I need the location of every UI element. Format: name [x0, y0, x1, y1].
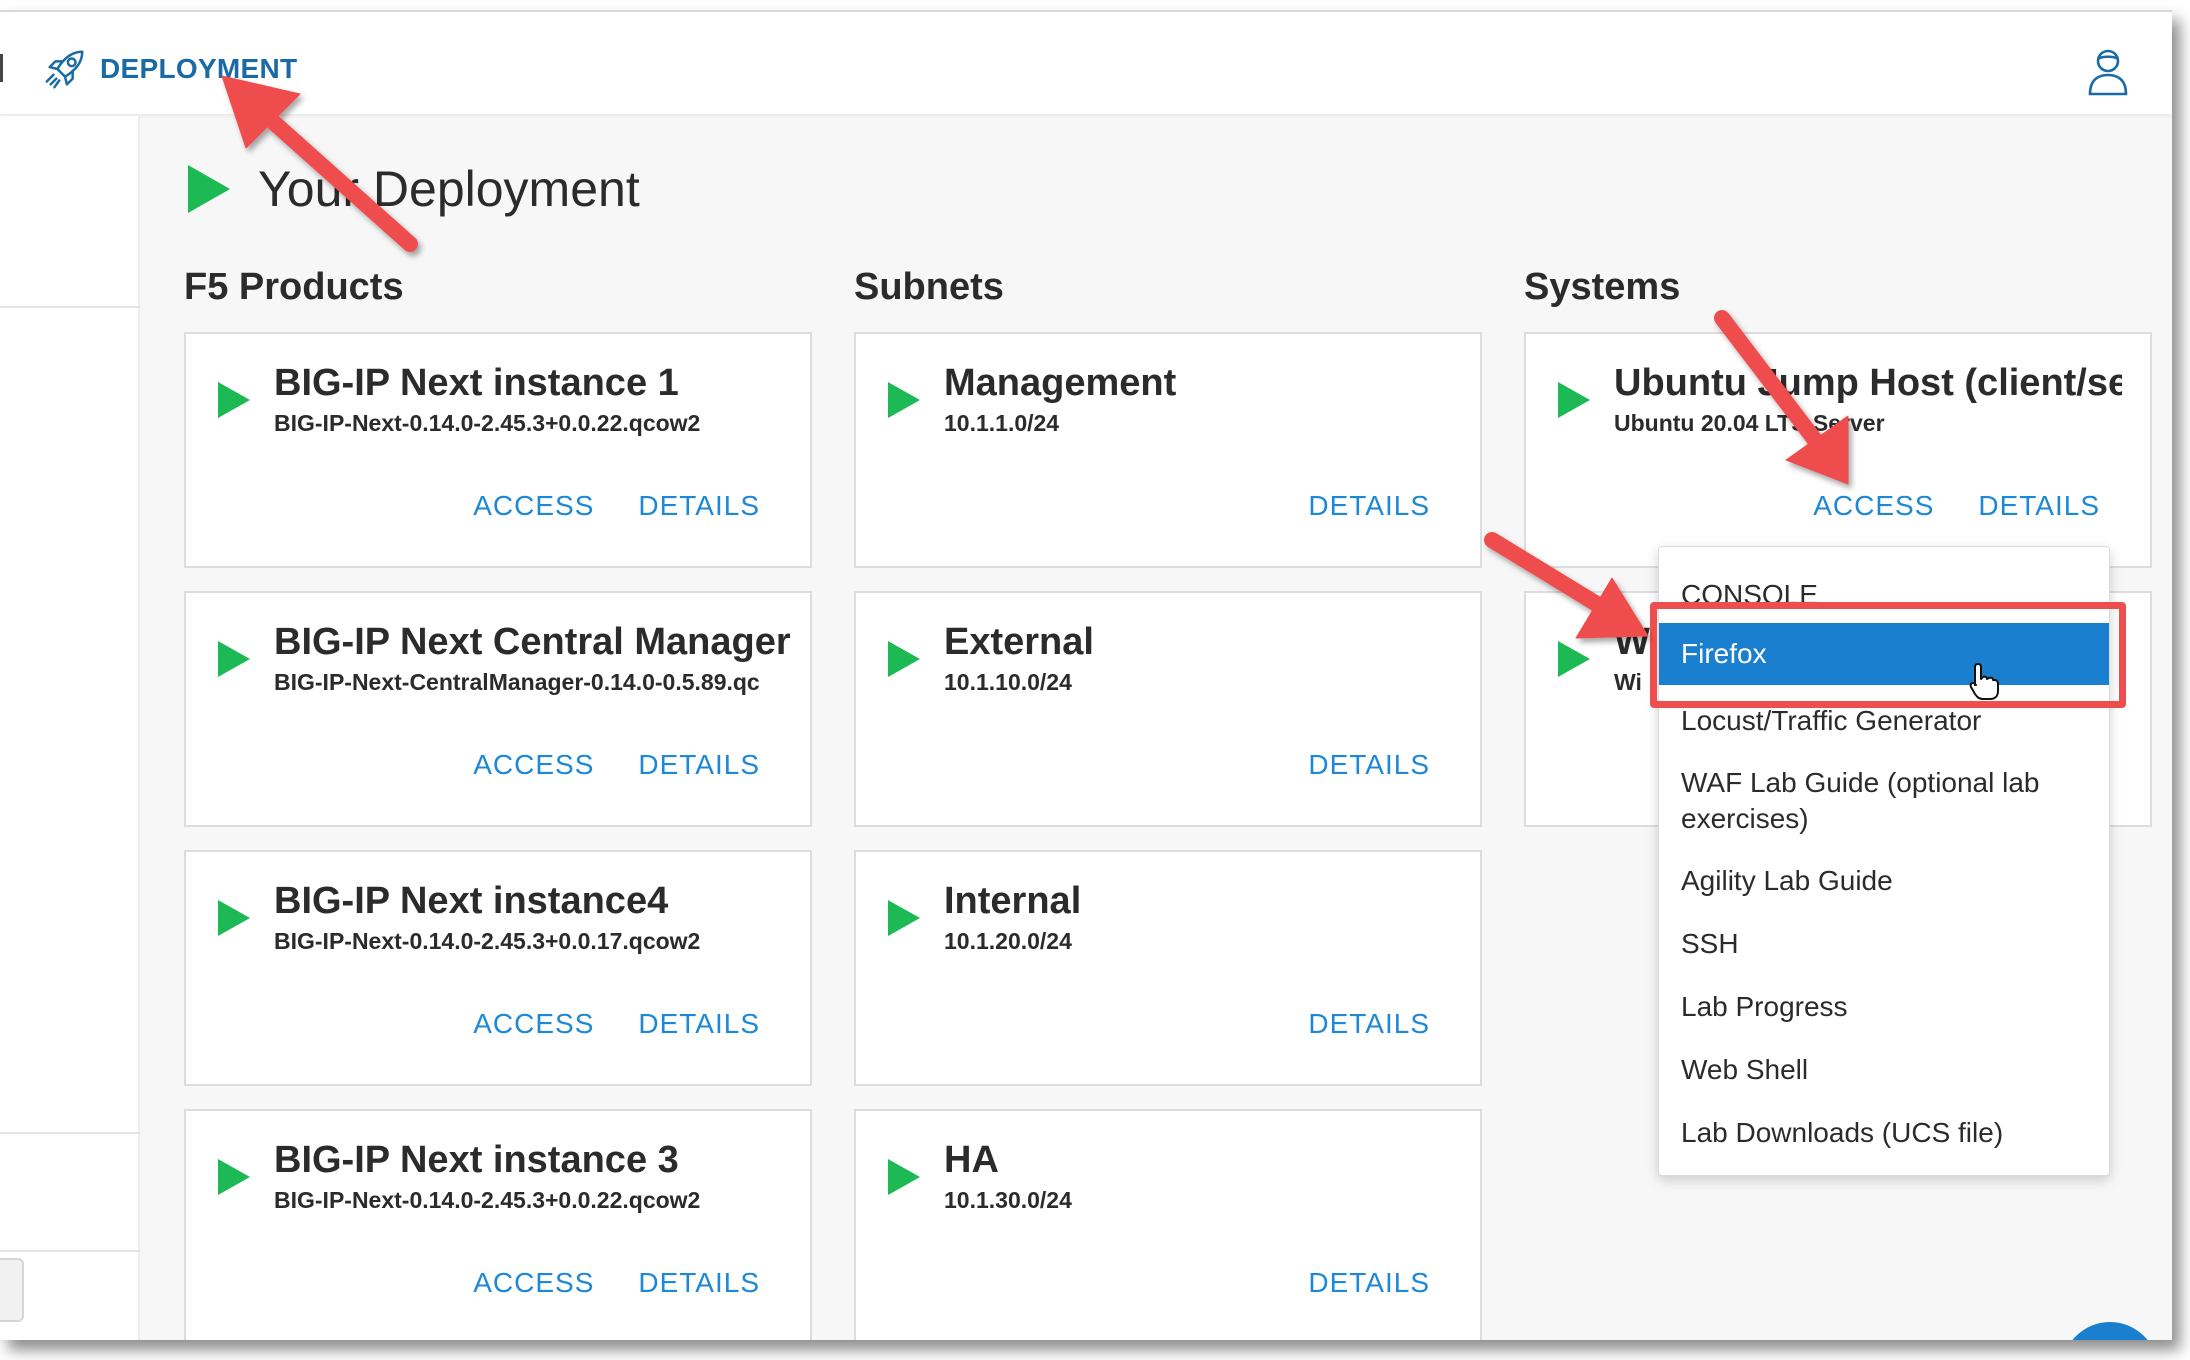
- subnet-card[interactable]: External 10.1.10.0/24 DETAILS: [854, 591, 1482, 827]
- details-button[interactable]: DETAILS: [638, 490, 760, 522]
- user-icon[interactable]: [2084, 46, 2132, 98]
- app-window: DEPLOYMENT Your Deployment F5 Products S…: [0, 10, 2172, 1340]
- details-button[interactable]: DETAILS: [638, 1267, 760, 1299]
- product-image: BIG-IP-Next-0.14.0-2.45.3+0.0.22.qcow2: [274, 410, 701, 436]
- menu-item-web-shell[interactable]: Web Shell: [1659, 1052, 2109, 1088]
- top-bar: DEPLOYMENT: [0, 12, 2172, 114]
- menu-item-lab-progress[interactable]: Lab Progress: [1659, 989, 2109, 1025]
- hand-cursor-icon: [1969, 663, 1999, 700]
- product-card[interactable]: BIG-IP Next Central Manager BIG-IP-Next-…: [184, 591, 812, 827]
- menu-item-locust[interactable]: Locust/Traffic Generator: [1659, 703, 2109, 739]
- product-image: BIG-IP-Next-0.14.0-2.45.3+0.0.22.qcow2: [274, 1187, 701, 1213]
- deployment-label: DEPLOYMENT: [100, 53, 298, 84]
- play-icon: [888, 382, 920, 418]
- details-button[interactable]: DETAILS: [638, 749, 760, 781]
- play-icon: [1558, 382, 1590, 418]
- system-os: Wi: [1614, 669, 1642, 695]
- product-name: BIG-IP Next instance4: [274, 880, 669, 922]
- details-button[interactable]: DETAILS: [638, 1008, 760, 1040]
- subnet-name: HA: [944, 1139, 999, 1181]
- play-icon: [888, 1159, 920, 1195]
- details-button[interactable]: DETAILS: [1308, 749, 1430, 781]
- subnet-cidr: 10.1.20.0/24: [944, 928, 1072, 954]
- system-name: Ubuntu Jump Host (client/server): [1614, 362, 2122, 404]
- play-icon: [188, 165, 230, 213]
- page-title: Your Deployment: [188, 160, 640, 218]
- page-title-text: Your Deployment: [258, 161, 640, 217]
- sidebar: [0, 116, 140, 1340]
- sidebar-toggle-edge[interactable]: [0, 54, 3, 82]
- play-icon: [218, 1159, 250, 1195]
- details-button[interactable]: DETAILS: [1308, 490, 1430, 522]
- access-button[interactable]: ACCESS: [473, 1267, 594, 1299]
- menu-item-lab-downloads[interactable]: Lab Downloads (UCS file): [1659, 1115, 2109, 1151]
- sidebar-divider: [0, 306, 140, 308]
- annotation-highlight-box: [1650, 602, 2126, 708]
- product-card[interactable]: BIG-IP Next instance 1 BIG-IP-Next-0.14.…: [184, 332, 812, 568]
- menu-item-waf-lab-guide[interactable]: WAF Lab Guide (optional lab exercises): [1659, 765, 2059, 837]
- play-icon: [218, 382, 250, 418]
- system-os: Ubuntu 20.04 LTS Server: [1614, 410, 1885, 436]
- play-icon: [218, 641, 250, 677]
- product-card[interactable]: BIG-IP Next instance 3 BIG-IP-Next-0.14.…: [184, 1109, 812, 1340]
- product-card[interactable]: BIG-IP Next instance4 BIG-IP-Next-0.14.0…: [184, 850, 812, 1086]
- product-image: BIG-IP-Next-0.14.0-2.45.3+0.0.17.qcow2: [274, 928, 701, 954]
- subnet-card[interactable]: Management 10.1.1.0/24 DETAILS: [854, 332, 1482, 568]
- subnet-cidr: 10.1.30.0/24: [944, 1187, 1072, 1213]
- details-button[interactable]: DETAILS: [1978, 490, 2100, 522]
- product-name: BIG-IP Next Central Manager: [274, 621, 791, 663]
- system-name: W: [1614, 621, 1650, 663]
- access-button[interactable]: ACCESS: [473, 1008, 594, 1040]
- product-name: BIG-IP Next instance 3: [274, 1139, 679, 1181]
- menu-item-agility-lab-guide[interactable]: Agility Lab Guide: [1659, 863, 2109, 899]
- play-icon: [888, 641, 920, 677]
- subnet-cidr: 10.1.10.0/24: [944, 669, 1072, 695]
- product-name: BIG-IP Next instance 1: [274, 362, 679, 404]
- systems-heading: Systems: [1524, 266, 1681, 308]
- subnet-name: External: [944, 621, 1094, 663]
- subnet-name: Management: [944, 362, 1177, 404]
- menu-item-ssh[interactable]: SSH: [1659, 926, 2109, 962]
- details-button[interactable]: DETAILS: [1308, 1008, 1430, 1040]
- rocket-icon: [45, 50, 84, 89]
- subnet-card[interactable]: Internal 10.1.20.0/24 DETAILS: [854, 850, 1482, 1086]
- play-icon: [1558, 641, 1590, 677]
- sidebar-divider: [0, 1132, 140, 1134]
- product-image: BIG-IP-Next-CentralManager-0.14.0-0.5.89…: [274, 669, 760, 695]
- subnet-name: Internal: [944, 880, 1082, 922]
- deployment-nav[interactable]: DEPLOYMENT: [42, 46, 297, 92]
- details-button[interactable]: DETAILS: [1308, 1267, 1430, 1299]
- play-icon: [888, 900, 920, 936]
- subnet-cidr: 10.1.1.0/24: [944, 410, 1060, 436]
- sidebar-collapse-handle[interactable]: [0, 1258, 24, 1322]
- access-button[interactable]: ACCESS: [473, 490, 594, 522]
- play-icon: [218, 900, 250, 936]
- system-card[interactable]: Ubuntu Jump Host (client/server) Ubuntu …: [1524, 332, 2152, 568]
- access-button[interactable]: ACCESS: [1813, 490, 1934, 522]
- sidebar-divider: [0, 1250, 140, 1252]
- products-heading: F5 Products: [184, 266, 404, 308]
- subnet-card[interactable]: HA 10.1.30.0/24 DETAILS: [854, 1109, 1482, 1340]
- access-button[interactable]: ACCESS: [473, 749, 594, 781]
- subnets-heading: Subnets: [854, 266, 1004, 308]
